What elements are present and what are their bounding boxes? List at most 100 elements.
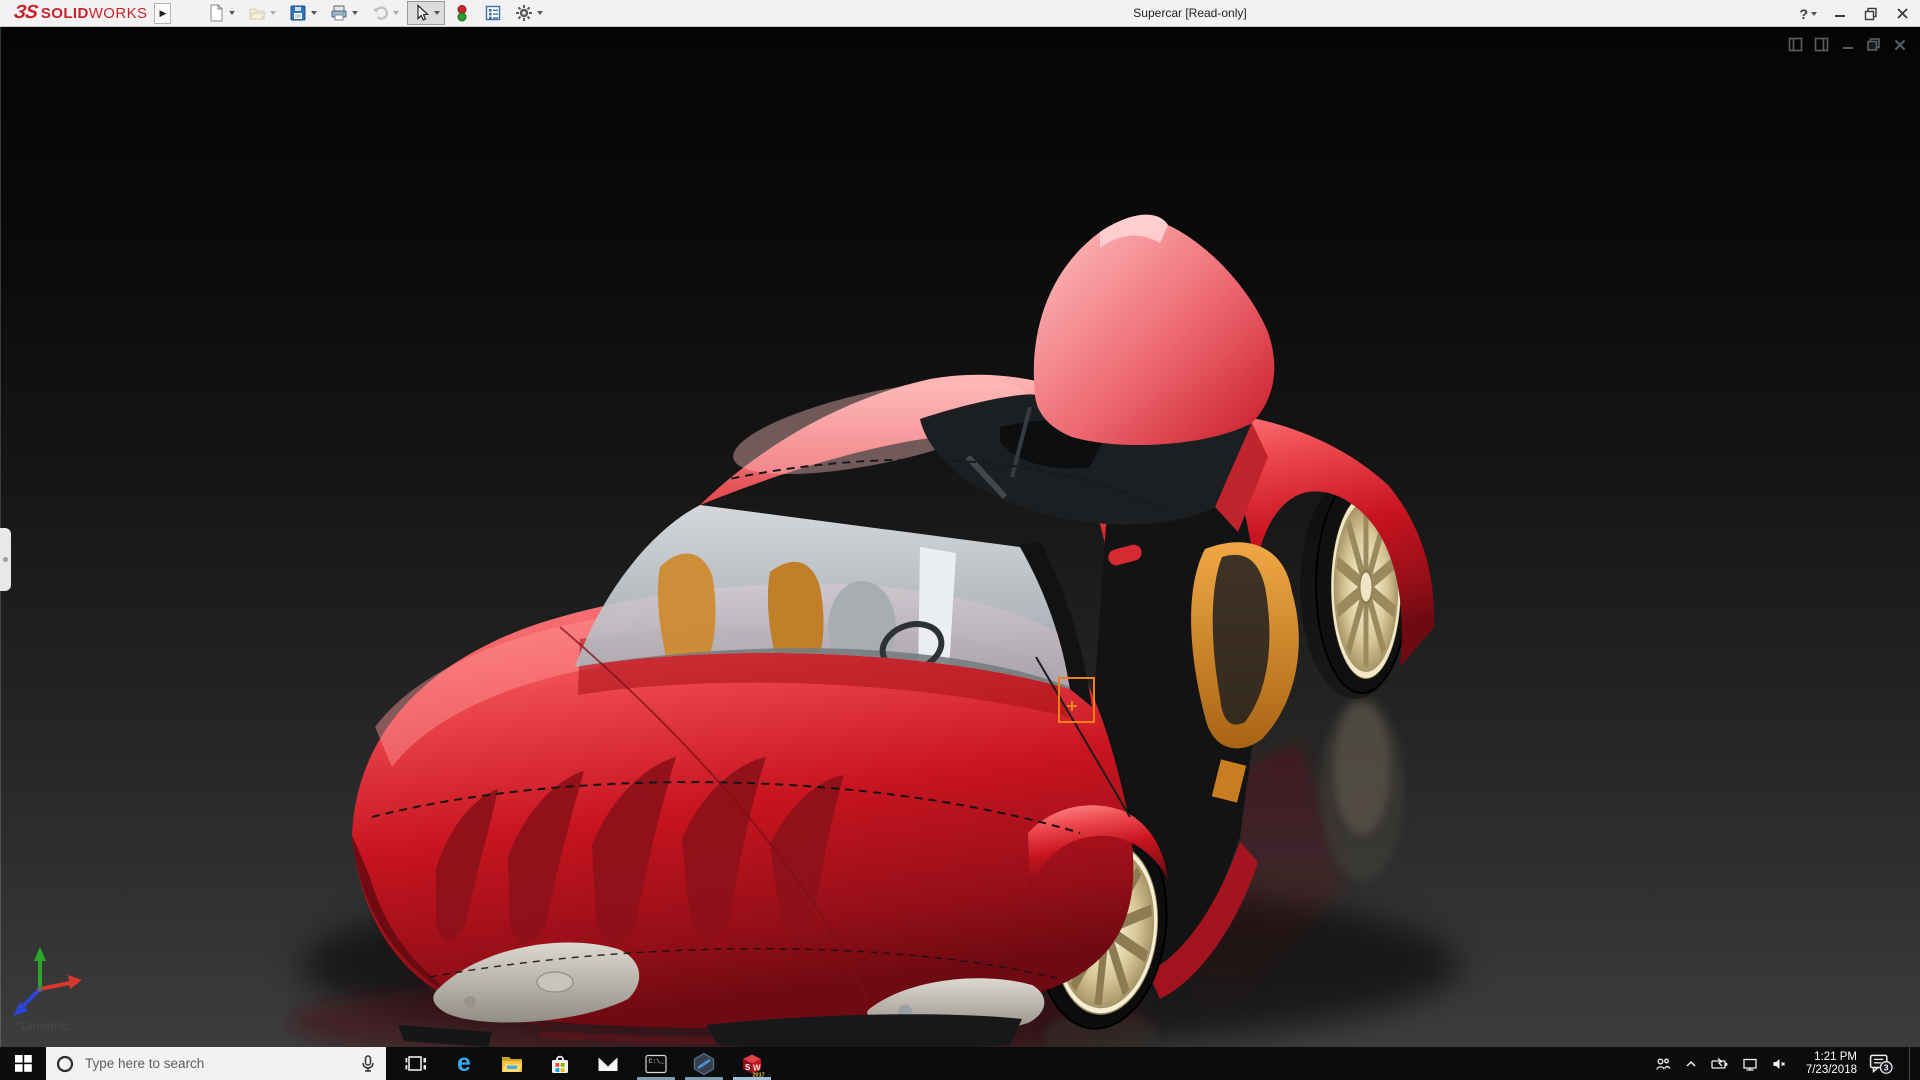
people-button[interactable]: [1654, 1056, 1672, 1072]
network-button[interactable]: [1741, 1056, 1759, 1072]
solidworks-app-button[interactable]: S W 2017: [728, 1047, 776, 1080]
options-gear-icon: [516, 5, 533, 21]
file-explorer-icon: [502, 1056, 522, 1072]
network-icon: [1743, 1058, 1757, 1071]
save-button[interactable]: [289, 4, 318, 22]
feature-manager-collapsed-tab[interactable]: [0, 528, 11, 591]
tab-grip-dot: [3, 557, 8, 562]
print-dropdown-caret[interactable]: [352, 11, 359, 15]
pane-left-icon: [1788, 37, 1803, 52]
standard-toolbar: [207, 1, 544, 25]
reference-triad: [13, 947, 82, 1016]
print-button[interactable]: [330, 4, 359, 22]
sw-year: 2017: [753, 1072, 765, 1077]
supercar-3d-model[interactable]: [0, 27, 1920, 1047]
edge-button[interactable]: e: [440, 1047, 488, 1080]
doc-minimize-button[interactable]: [1839, 36, 1856, 53]
restore-button[interactable]: [1863, 6, 1879, 22]
start-button[interactable]: [0, 1047, 46, 1080]
store-icon: [552, 1055, 568, 1073]
search-input[interactable]: [83, 1055, 351, 1072]
notification-count: 3: [1884, 1062, 1889, 1072]
file-explorer-button[interactable]: [488, 1047, 536, 1080]
minimize-button[interactable]: [1832, 6, 1848, 22]
open-folder-icon: [249, 8, 267, 20]
mail-button[interactable]: [584, 1047, 632, 1080]
doc-close-button[interactable]: [1891, 36, 1908, 53]
taskbar-clock[interactable]: 1:21 PM 7/23/2018: [1799, 1051, 1857, 1077]
command-prompt-button[interactable]: C:\_: [632, 1047, 680, 1080]
help-icon: ?: [1799, 5, 1808, 22]
store-button[interactable]: [536, 1047, 584, 1080]
hexagon-app-icon: [693, 1052, 715, 1075]
show-desktop-button[interactable]: [1909, 1047, 1916, 1080]
help-dropdown-caret[interactable]: [1811, 11, 1817, 16]
pane-right-button[interactable]: [1813, 36, 1830, 53]
new-dropdown-caret[interactable]: [229, 11, 236, 15]
mail-icon: [598, 1057, 618, 1071]
select-button[interactable]: [407, 1, 446, 25]
action-center-icon: 3: [1869, 1054, 1893, 1074]
chevron-up-icon: [1686, 1060, 1696, 1067]
command-prompt-icon: C:\_: [645, 1054, 667, 1073]
graphics-viewport[interactable]: *Dimetric: [0, 27, 1920, 1047]
clock-date: 7/23/2018: [1805, 1063, 1857, 1076]
solidworks-app-icon: S W 2017: [743, 1054, 765, 1077]
taskbar-search[interactable]: [46, 1047, 386, 1080]
cortana-icon: [56, 1055, 74, 1072]
doc-restore-button[interactable]: [1865, 36, 1882, 53]
file-properties-button[interactable]: [484, 4, 502, 22]
tray-overflow-button[interactable]: [1683, 1056, 1699, 1072]
undo-button[interactable]: [371, 4, 400, 22]
print-icon: [331, 5, 347, 21]
people-icon: [1656, 1058, 1671, 1070]
document-title: Supercar [Read-only]: [1133, 6, 1247, 20]
select-cursor-icon: [417, 4, 430, 21]
sw-letter-w: W: [753, 1063, 761, 1072]
file-properties-icon: [486, 5, 501, 21]
volume-button[interactable]: [1770, 1056, 1788, 1072]
action-center-button[interactable]: 3: [1868, 1053, 1894, 1075]
close-icon: [1896, 8, 1908, 19]
save-icon: [290, 5, 306, 21]
sw-letter-s: S: [745, 1063, 751, 1072]
window-controls: ?: [1799, 0, 1910, 27]
close-button[interactable]: [1894, 6, 1910, 22]
taskbar-app-buttons: e C:\_ S W 2017: [392, 1047, 776, 1080]
undo-dropdown-caret[interactable]: [393, 11, 400, 15]
help-button[interactable]: ?: [1799, 6, 1817, 22]
select-dropdown-caret[interactable]: [434, 11, 441, 15]
cmd-prompt-text: C:\_: [649, 1058, 665, 1065]
doc-minimize-icon: [1842, 46, 1853, 49]
battery-button[interactable]: [1710, 1056, 1730, 1072]
new-document-icon: [210, 4, 224, 22]
menu-flyout-button[interactable]: ▶: [154, 2, 172, 24]
logo-text-bold: SOLID: [40, 5, 89, 22]
task-view-button[interactable]: [392, 1047, 440, 1080]
system-tray: 1:21 PM 7/23/2018 3: [1654, 1047, 1920, 1080]
save-dropdown-caret[interactable]: [311, 11, 318, 15]
microphone-icon[interactable]: [360, 1054, 376, 1073]
flyout-arrow-icon: ▶: [159, 7, 167, 18]
minimize-icon: [1834, 15, 1845, 17]
rebuild-traffic-light-icon: [457, 5, 467, 22]
open-button[interactable]: [248, 4, 277, 22]
options-dropdown-caret[interactable]: [537, 11, 544, 15]
hexagon-app-button[interactable]: [680, 1047, 728, 1080]
task-view-icon: [405, 1056, 426, 1071]
edge-icon: e: [457, 1049, 471, 1077]
restore-icon: [1864, 7, 1877, 20]
windows-taskbar: e: [0, 1047, 1920, 1080]
pane-right-icon: [1814, 37, 1829, 52]
rebuild-button[interactable]: [453, 4, 471, 22]
view-orientation-label: *Dimetric: [16, 1019, 68, 1033]
logo-text-light: WORKS: [88, 5, 148, 22]
open-dropdown-caret[interactable]: [270, 11, 277, 15]
title-bar: ЗS SOLID WORKS ▶ Supercar [Read-only] ?: [0, 0, 1920, 27]
solidworks-logo: ЗS SOLID WORKS: [12, 2, 148, 24]
ds-logo-icon: ЗS: [12, 2, 39, 23]
pane-left-button[interactable]: [1787, 36, 1804, 53]
doc-close-icon: [1894, 39, 1905, 50]
new-document-button[interactable]: [207, 4, 236, 22]
options-button[interactable]: [515, 4, 544, 22]
